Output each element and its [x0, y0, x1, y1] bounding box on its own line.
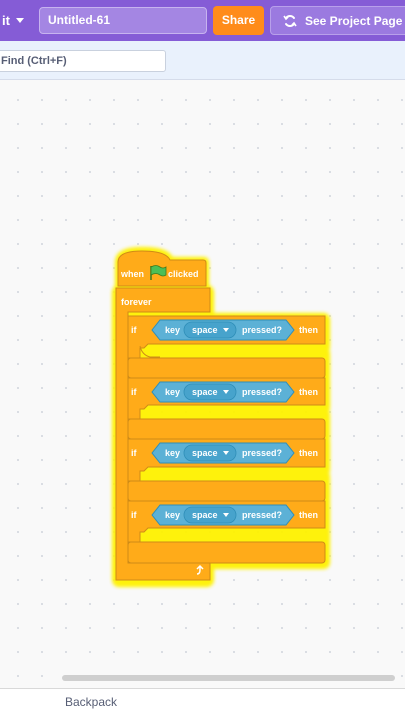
backpack-label: Backpack	[65, 695, 118, 709]
backpack-panel[interactable]: Backpack	[0, 688, 405, 720]
hat-when-label: when	[121, 269, 145, 279]
then-label: then	[299, 325, 318, 335]
pressed-label: pressed?	[242, 387, 283, 397]
then-label: then	[299, 387, 318, 397]
key-label: key	[165, 325, 181, 335]
if-label: if	[131, 448, 137, 458]
pressed-label: pressed?	[242, 325, 283, 335]
key-label: key	[165, 448, 181, 458]
if-label: if	[131, 325, 137, 335]
key-label: key	[165, 510, 181, 520]
if-label: if	[131, 510, 137, 520]
key-dropdown[interactable]: space	[192, 325, 218, 335]
key-dropdown[interactable]: space	[192, 448, 218, 458]
horizontal-scrollbar[interactable]	[62, 675, 395, 681]
key-dropdown[interactable]: space	[192, 510, 218, 520]
if-label: if	[131, 387, 137, 397]
forever-label: forever	[121, 297, 152, 307]
key-label: key	[165, 387, 181, 397]
script-stack[interactable]	[0, 0, 405, 720]
then-label: then	[299, 510, 318, 520]
pressed-label: pressed?	[242, 448, 283, 458]
hat-clicked-label: clicked	[168, 269, 199, 279]
then-label: then	[299, 448, 318, 458]
key-dropdown[interactable]: space	[192, 387, 218, 397]
pressed-label: pressed?	[242, 510, 283, 520]
